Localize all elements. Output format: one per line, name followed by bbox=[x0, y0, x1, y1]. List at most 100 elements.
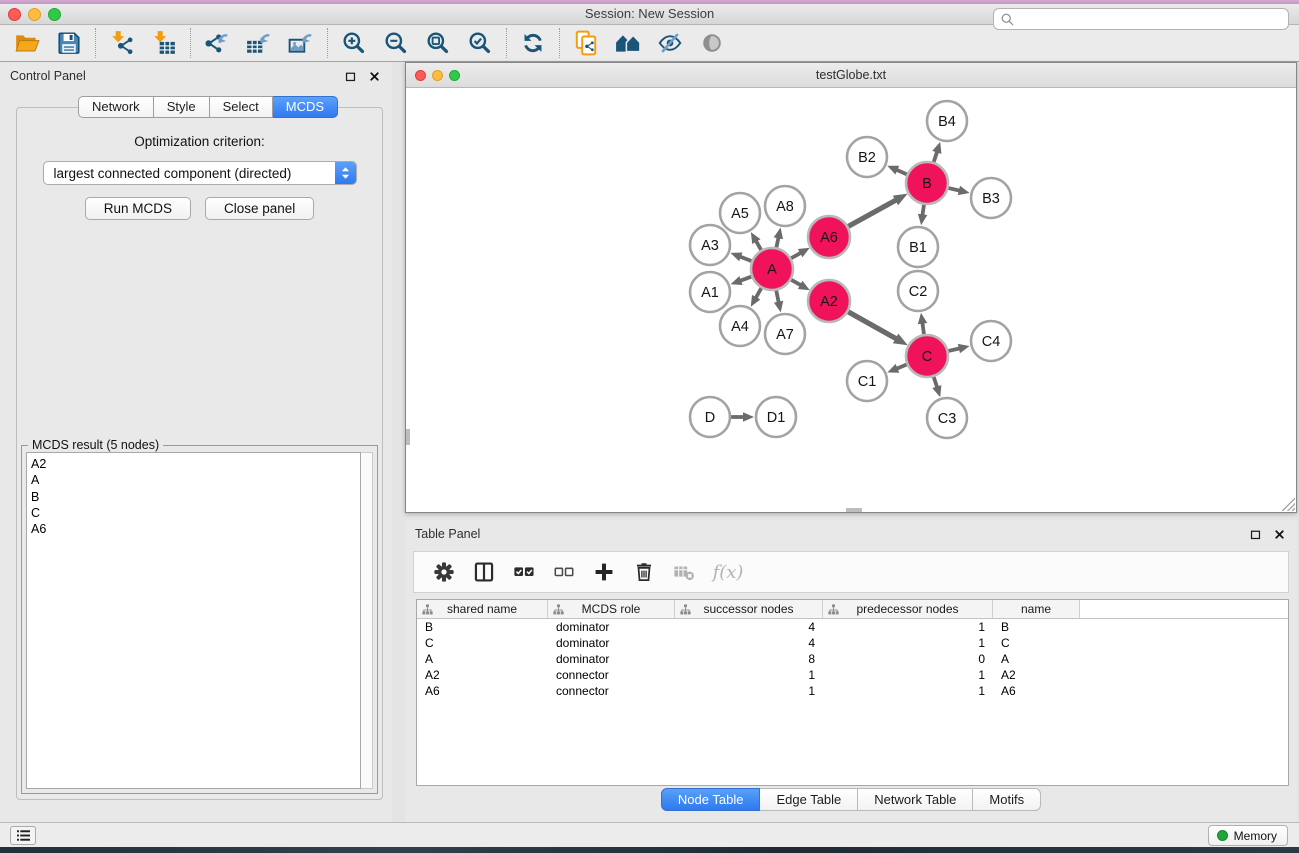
table-cell[interactable]: A bbox=[993, 651, 1080, 667]
network-window-titlebar[interactable]: testGlobe.txt bbox=[406, 63, 1296, 88]
graph-node-A2[interactable]: A2 bbox=[808, 280, 850, 322]
network-view-window[interactable]: testGlobe.txt B4B2BB3A5A8A6B1A3AA1C2A2A4… bbox=[405, 62, 1297, 513]
graph-node-D1[interactable]: D1 bbox=[756, 397, 796, 437]
float-panel-icon[interactable] bbox=[342, 68, 358, 84]
clone-network-button[interactable] bbox=[565, 27, 607, 59]
export-image-button[interactable] bbox=[280, 27, 322, 59]
open-file-button[interactable] bbox=[6, 27, 48, 59]
edge-A-A7[interactable] bbox=[776, 290, 779, 304]
table-row[interactable]: Adominator80A bbox=[417, 651, 1288, 667]
table-cell[interactable]: 4 bbox=[675, 619, 823, 635]
table-cell[interactable]: A bbox=[417, 651, 548, 667]
close-panel-icon[interactable] bbox=[366, 68, 382, 84]
optimization-criterion-select[interactable]: largest connected component (directed) bbox=[43, 161, 357, 185]
edge-A-A3[interactable] bbox=[739, 256, 753, 261]
table-cell[interactable]: 8 bbox=[675, 651, 823, 667]
table-cell[interactable]: connector bbox=[548, 667, 675, 683]
import-network-button[interactable] bbox=[101, 27, 143, 59]
column-header-predecessor-nodes[interactable]: predecessor nodes bbox=[823, 600, 993, 618]
network-graph[interactable]: B4B2BB3A5A8A6B1A3AA1C2A2A4A7C4CC1C3DD1 bbox=[406, 88, 1296, 512]
graph-node-A[interactable]: A bbox=[751, 248, 793, 290]
graph-node-B1[interactable]: B1 bbox=[898, 227, 938, 267]
zoom-window-button[interactable] bbox=[48, 8, 61, 21]
table-row[interactable]: A2connector11A2 bbox=[417, 667, 1288, 683]
graph-node-A6[interactable]: A6 bbox=[808, 216, 850, 258]
memory-button[interactable]: Memory bbox=[1208, 825, 1288, 846]
edge-A-A1[interactable] bbox=[739, 276, 752, 281]
graph-node-A8[interactable]: A8 bbox=[765, 186, 805, 226]
export-table-button[interactable] bbox=[238, 27, 280, 59]
columns-button[interactable] bbox=[466, 556, 502, 588]
table-cell[interactable]: dominator bbox=[548, 635, 675, 651]
zoom-out-button[interactable] bbox=[375, 27, 417, 59]
graph-node-D[interactable]: D bbox=[690, 397, 730, 437]
deselect-all-button[interactable] bbox=[546, 556, 582, 588]
zoom-fit-button[interactable] bbox=[417, 27, 459, 59]
table-cell[interactable]: C bbox=[417, 635, 548, 651]
mcds-result-list[interactable]: A2ABCA6 bbox=[26, 452, 361, 789]
table-cell[interactable]: B bbox=[993, 619, 1080, 635]
table-cell[interactable]: connector bbox=[548, 683, 675, 699]
tab-edge-table[interactable]: Edge Table bbox=[760, 788, 858, 811]
table-cell[interactable]: dominator bbox=[548, 619, 675, 635]
graph-node-A5[interactable]: A5 bbox=[720, 193, 760, 233]
edge-A2-C[interactable] bbox=[847, 311, 897, 339]
edge-C-C2[interactable] bbox=[922, 322, 924, 336]
table-cell[interactable]: 4 bbox=[675, 635, 823, 651]
result-item[interactable]: C bbox=[31, 505, 360, 521]
search-field[interactable] bbox=[993, 8, 1289, 30]
graph-node-B2[interactable]: B2 bbox=[847, 137, 887, 177]
resize-grip[interactable] bbox=[1282, 498, 1295, 511]
tab-network[interactable]: Network bbox=[78, 96, 154, 118]
edge-C-C4[interactable] bbox=[947, 348, 960, 351]
table-row[interactable]: Bdominator41B bbox=[417, 619, 1288, 635]
tab-node-table[interactable]: Node Table bbox=[661, 788, 761, 811]
table-row[interactable]: Cdominator41C bbox=[417, 635, 1288, 651]
table-cell[interactable]: 1 bbox=[823, 619, 993, 635]
table-cell[interactable]: 1 bbox=[675, 683, 823, 699]
graph-node-C[interactable]: C bbox=[906, 335, 948, 377]
result-scrollbar[interactable] bbox=[361, 452, 373, 789]
network-canvas[interactable]: B4B2BB3A5A8A6B1A3AA1C2A2A4A7C4CC1C3DD1 bbox=[406, 88, 1296, 512]
table-row[interactable]: A6connector11A6 bbox=[417, 683, 1288, 699]
zoom-in-button[interactable] bbox=[333, 27, 375, 59]
close-window-button[interactable] bbox=[8, 8, 21, 21]
column-header-name[interactable]: name bbox=[993, 600, 1080, 618]
table-cell[interactable]: C bbox=[993, 635, 1080, 651]
table-cell[interactable]: dominator bbox=[548, 651, 675, 667]
column-header-successor-nodes[interactable]: successor nodes bbox=[675, 600, 823, 618]
edge-B-B3[interactable] bbox=[947, 188, 960, 191]
close-panel-button[interactable]: Close panel bbox=[205, 197, 314, 220]
table-cell[interactable]: B bbox=[417, 619, 548, 635]
table-cell[interactable]: 1 bbox=[675, 667, 823, 683]
search-input[interactable] bbox=[1015, 10, 1288, 28]
result-item[interactable]: A2 bbox=[31, 456, 360, 472]
graph-node-A3[interactable]: A3 bbox=[690, 225, 730, 265]
tab-mcds[interactable]: MCDS bbox=[273, 96, 338, 118]
close-table-panel-icon[interactable] bbox=[1271, 526, 1287, 542]
gear-button[interactable] bbox=[426, 556, 462, 588]
node-table[interactable]: shared nameMCDS rolesuccessor nodesprede… bbox=[416, 599, 1289, 786]
delete-button[interactable] bbox=[626, 556, 662, 588]
canvas-left-scroll-nub[interactable] bbox=[406, 429, 410, 445]
edge-A6-B[interactable] bbox=[847, 199, 897, 227]
tab-motifs[interactable]: Motifs bbox=[973, 788, 1041, 811]
table-cell[interactable]: A2 bbox=[993, 667, 1080, 683]
table-cell[interactable]: 1 bbox=[823, 635, 993, 651]
graph-node-B3[interactable]: B3 bbox=[971, 178, 1011, 218]
column-header-shared-name[interactable]: shared name bbox=[417, 600, 548, 618]
float-table-panel-icon[interactable] bbox=[1247, 526, 1263, 542]
graph-node-C3[interactable]: C3 bbox=[927, 398, 967, 438]
graph-node-B[interactable]: B bbox=[906, 162, 948, 204]
import-table-button[interactable] bbox=[143, 27, 185, 59]
delete-table-button[interactable] bbox=[666, 556, 702, 588]
table-cell[interactable]: 1 bbox=[823, 667, 993, 683]
show-all-button[interactable] bbox=[691, 27, 733, 59]
tab-select[interactable]: Select bbox=[210, 96, 273, 118]
table-cell[interactable]: 1 bbox=[823, 683, 993, 699]
save-session-button[interactable] bbox=[48, 27, 90, 59]
table-cell[interactable]: A6 bbox=[417, 683, 548, 699]
network-close-button[interactable] bbox=[415, 70, 426, 81]
canvas-bottom-scroll-nub[interactable] bbox=[846, 508, 862, 512]
minimize-window-button[interactable] bbox=[28, 8, 41, 21]
